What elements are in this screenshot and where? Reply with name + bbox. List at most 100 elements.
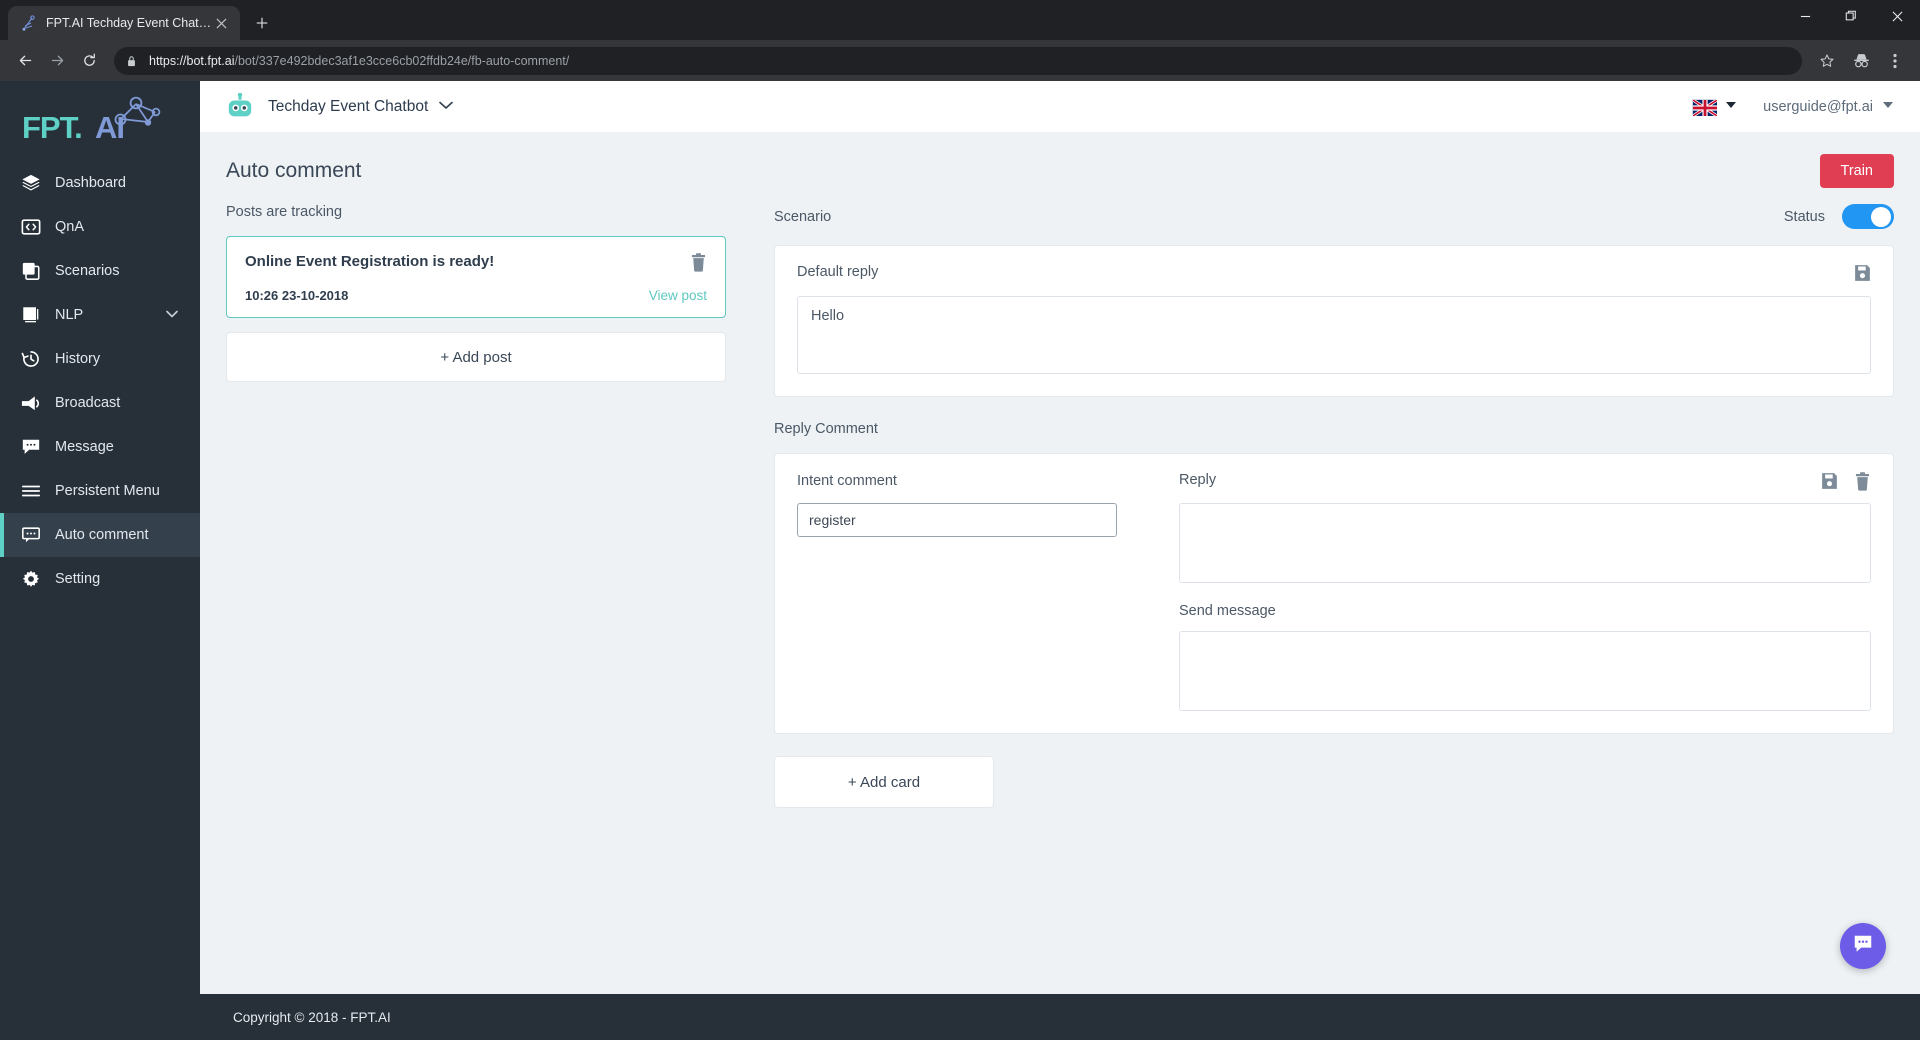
page-bar: Auto comment Train [226, 132, 1894, 204]
reply-card-actions [1821, 472, 1871, 491]
forward-arrow-icon[interactable] [42, 46, 72, 76]
default-reply-header: Default reply [797, 264, 1871, 283]
app-body: Auto comment Train Posts are tracking On… [200, 132, 1920, 994]
address-bar[interactable]: https://bot.fpt.ai/bot/337e492bdec3af1e3… [114, 46, 1802, 75]
sidebar-item-label: Setting [55, 571, 101, 587]
post-title: Online Event Registration is ready! [245, 253, 495, 270]
scenario-header: Scenario Status [774, 204, 1894, 229]
post-card-bottom-row: 10:26 23-10-2018 View post [245, 288, 707, 303]
tab-title: FPT.AI Techday Event Chatbot [46, 16, 212, 30]
intent-comment-input[interactable] [797, 503, 1117, 537]
chat-bubble-icon [20, 437, 41, 458]
sidebar-nav: Dashboard QnA Scenarios NLP History Broa… [0, 161, 200, 601]
sidebar-item-message[interactable]: Message [0, 425, 200, 469]
chip-icon [20, 305, 41, 326]
sidebar-item-dashboard[interactable]: Dashboard [0, 161, 200, 205]
save-icon[interactable] [1821, 472, 1838, 491]
new-tab-button[interactable] [247, 8, 277, 38]
sidebar-item-label: Scenarios [55, 263, 120, 279]
posts-column: Posts are tracking Online Event Registra… [226, 204, 726, 808]
posts-section-label: Posts are tracking [226, 204, 343, 220]
status-toggle[interactable] [1842, 204, 1894, 229]
app-viewport: FPT. AI Dashboard QnA Scenarios NLP Hist… [0, 81, 1920, 1040]
back-arrow-icon[interactable] [10, 46, 40, 76]
union-jack-flag-icon[interactable] [1692, 98, 1719, 117]
browser-window: FPT.AI Techday Event Chatbot https://bot… [0, 0, 1920, 1040]
view-post-link[interactable]: View post [649, 288, 707, 303]
sidebar-item-broadcast[interactable]: Broadcast [0, 381, 200, 425]
maximize-icon[interactable] [1828, 0, 1874, 32]
clock-history-icon [20, 349, 41, 370]
sidebar-item-label: Persistent Menu [55, 483, 160, 499]
sidebar-item-scenarios[interactable]: Scenarios [0, 249, 200, 293]
code-brackets-icon [20, 217, 41, 238]
caret-down-icon[interactable] [1725, 101, 1737, 112]
incognito-icon[interactable] [1846, 46, 1876, 76]
comment-dots-icon [20, 525, 41, 546]
add-card-button[interactable]: + Add card [774, 756, 994, 808]
reload-icon[interactable] [74, 46, 104, 76]
gear-icon [20, 569, 41, 590]
chevron-down-icon[interactable] [166, 309, 178, 321]
reply-textarea[interactable] [1179, 503, 1871, 583]
trash-icon[interactable] [690, 253, 707, 272]
trash-icon[interactable] [1854, 472, 1871, 491]
bot-name: Techday Event Chatbot [268, 97, 429, 115]
layers-icon [20, 173, 41, 194]
copyright-text: Copyright © 2018 - FPT.AI [233, 1009, 391, 1025]
url-text: https://bot.fpt.ai/bot/337e492bdec3af1e3… [149, 54, 569, 68]
chevron-down-icon[interactable] [439, 101, 454, 113]
sidebar-item-label: Auto comment [55, 527, 149, 543]
site-favicon-icon [20, 14, 37, 32]
scenario-section-label: Scenario [774, 208, 832, 225]
tab-close-icon[interactable] [212, 14, 230, 32]
page-title: Auto comment [226, 159, 362, 182]
browser-tab[interactable]: FPT.AI Techday Event Chatbot [8, 6, 240, 40]
columns: Posts are tracking Online Event Registra… [226, 204, 1894, 808]
sidebar-item-history[interactable]: History [0, 337, 200, 381]
post-card[interactable]: Online Event Registration is ready! 10:2… [226, 236, 726, 318]
sidebar-item-nlp[interactable]: NLP [0, 293, 200, 337]
default-reply-textarea[interactable] [797, 296, 1871, 374]
intent-comment-label: Intent comment [797, 473, 897, 489]
post-timestamp: 10:26 23-10-2018 [245, 288, 349, 303]
caret-down-icon[interactable] [1882, 101, 1894, 112]
url-path: /bot/337e492bdec3af1e3cce6cb02ffdb24e/fb… [234, 53, 570, 68]
user-email[interactable]: userguide@fpt.ai [1763, 99, 1873, 115]
sidebar-item-qna[interactable]: QnA [0, 205, 200, 249]
reply-header: Reply [1179, 472, 1871, 491]
reply-label: Reply [1179, 472, 1217, 488]
sidebar-item-label: NLP [55, 307, 84, 323]
sidebar-item-persistent-menu[interactable]: Persistent Menu [0, 469, 200, 513]
status-toggle-knob [1871, 206, 1891, 227]
status-label: Status [1783, 208, 1825, 225]
lock-icon [126, 54, 139, 67]
app-header: Techday Event Chatbot userguide@fpt.ai [200, 81, 1920, 132]
copy-squares-icon [20, 261, 41, 282]
robot-icon [226, 92, 254, 121]
train-button[interactable]: Train [1819, 154, 1894, 188]
svg-text:FPT.: FPT. [22, 110, 82, 145]
default-reply-panel: Default reply [774, 245, 1894, 397]
send-message-textarea[interactable] [1179, 631, 1871, 711]
page-content: Auto comment Train Posts are tracking On… [200, 132, 1920, 994]
add-post-button[interactable]: + Add post [226, 332, 726, 382]
sidebar-item-label: QnA [55, 219, 85, 235]
sidebar-item-setting[interactable]: Setting [0, 557, 200, 601]
sidebar-item-auto-comment[interactable]: Auto comment [0, 513, 200, 557]
send-message-label: Send message [1179, 603, 1276, 619]
sidebar: FPT. AI Dashboard QnA Scenarios NLP Hist… [0, 81, 200, 1040]
sidebar-item-label: Dashboard [55, 175, 126, 191]
minimize-icon[interactable] [1782, 0, 1828, 32]
reply-card-grid: Intent comment Reply [797, 472, 1871, 711]
footer: Copyright © 2018 - FPT.AI [200, 994, 1920, 1040]
chat-fab-button[interactable] [1840, 923, 1886, 969]
browser-tabstrip: FPT.AI Techday Event Chatbot [0, 0, 1920, 40]
kebab-menu-icon[interactable] [1880, 46, 1910, 76]
reply-comment-section-label: Reply Comment [774, 421, 878, 437]
save-icon[interactable] [1854, 264, 1871, 283]
window-close-icon[interactable] [1874, 0, 1920, 32]
fpt-ai-logo[interactable]: FPT. AI [0, 81, 200, 161]
star-icon[interactable] [1812, 46, 1842, 76]
toolbar-actions [1812, 46, 1910, 76]
